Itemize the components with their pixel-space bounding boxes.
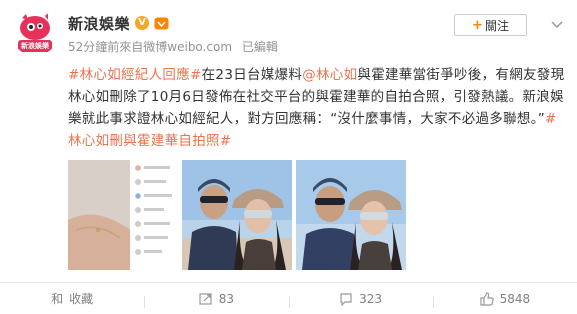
comment-button[interactable]: 323 — [288, 291, 433, 308]
thumbs-up-icon — [479, 291, 494, 306]
couple-selfie-image — [182, 160, 292, 270]
favorite-icon: 和 — [51, 292, 64, 306]
mention-link[interactable]: @林心如 — [302, 67, 357, 83]
author-avatar[interactable]: 新浪娛樂 — [12, 10, 58, 56]
chevron-down-icon — [551, 21, 563, 29]
post-meta: 52分鐘前來自微博weibo.com 已編輯 — [68, 38, 284, 55]
post-text-segment: 在23日台媒爆料 — [201, 67, 303, 83]
post-image-selfie-2[interactable] — [296, 160, 406, 270]
follow-plus-icon: + — [472, 17, 483, 33]
comment-icon — [340, 292, 352, 306]
member-level-icon — [154, 17, 169, 29]
repost-icon — [199, 292, 212, 305]
weibo-post-card: 新浪娛樂 新浪娛樂 V 52分鐘前來自微博weibo.com 已編輯 + 關注 … — [0, 0, 577, 314]
favorite-label: 收藏 — [69, 292, 94, 306]
post-text: #林心如經紀人回應#在23日台媒爆料@林心如與霍建華當街爭吵後，有網友發現林心如… — [68, 64, 568, 152]
favorite-button[interactable]: 和 收藏 — [0, 290, 144, 307]
author-line: 新浪娛樂 V — [68, 12, 169, 34]
verified-badge-icon: V — [135, 16, 150, 30]
post-source[interactable]: 來自微博weibo.com — [119, 40, 232, 54]
bracelet-photo-image — [68, 160, 178, 270]
couple-selfie-image — [296, 160, 406, 270]
more-options-button[interactable] — [548, 16, 566, 34]
repost-button[interactable]: 83 — [144, 291, 288, 308]
hashtag-link[interactable]: #林心如經紀人回應# — [68, 67, 202, 83]
follow-button[interactable]: + 關注 — [454, 14, 527, 36]
post-image-selfie-1[interactable] — [182, 160, 292, 270]
image-gallery — [68, 160, 406, 270]
edited-label: 已編輯 — [241, 40, 278, 54]
comment-count: 323 — [359, 291, 383, 306]
avatar-logo-text: 新浪娛樂 — [21, 42, 49, 50]
post-time[interactable]: 52分鐘前 — [68, 40, 119, 54]
action-bar: 和 收藏 83 323 5848 — [0, 282, 577, 314]
like-button[interactable]: 5848 — [432, 291, 577, 308]
follow-label: 關注 — [484, 18, 509, 33]
post-image-hand-bracelet[interactable] — [68, 160, 178, 270]
author-name[interactable]: 新浪娛樂 — [68, 13, 130, 34]
like-count: 5848 — [499, 291, 531, 306]
repost-count: 83 — [218, 291, 235, 306]
